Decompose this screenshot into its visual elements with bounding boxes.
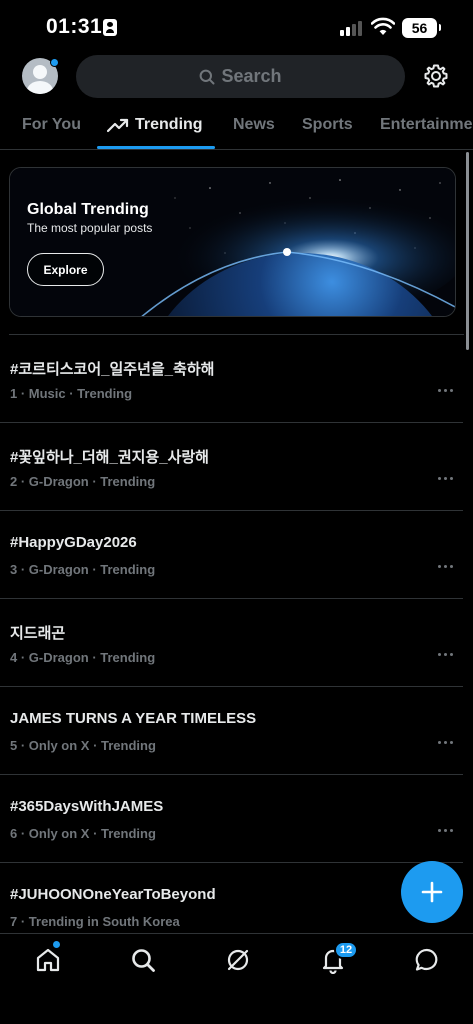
home-icon[interactable] [34, 946, 62, 974]
status-bar: 01:31 56 [0, 0, 473, 56]
trend-meta: 2 · G-Dragon · Trending [10, 474, 156, 489]
trend-title: #365DaysWithJAMES [10, 798, 164, 815]
trend-meta: 5 · Only on X · Trending [10, 738, 156, 753]
trend-meta: 7 · Trending in South Korea [10, 914, 180, 929]
banner-title: Global Trending [27, 201, 149, 218]
search-input[interactable]: Search [76, 55, 405, 98]
trend-item[interactable]: #HappyGDay2026 3 · G-Dragon · Trending [0, 511, 463, 599]
trending-icon [107, 118, 129, 133]
explore-page: 01:31 56 Search For You Trending News Sp… [0, 0, 473, 1024]
trend-title: #꽃잎하나_더해_권지용_사랑해 [10, 449, 209, 466]
more-icon[interactable] [437, 649, 455, 659]
contact-card-icon [103, 19, 117, 36]
more-icon[interactable] [437, 385, 455, 395]
trend-item[interactable]: #꽃잎하나_더해_권지용_사랑해 2 · G-Dragon · Trending [0, 423, 463, 511]
more-icon[interactable] [437, 825, 455, 835]
trend-item[interactable]: JAMES TURNS A YEAR TIMELESS 5 · Only on … [0, 687, 463, 775]
search-placeholder: Search [221, 66, 282, 86]
tab-trending[interactable]: Trending [135, 116, 203, 134]
compose-button[interactable] [401, 861, 463, 923]
messages-icon[interactable] [413, 946, 441, 974]
trend-meta: 4 · G-Dragon · Trending [10, 650, 156, 665]
more-icon[interactable] [437, 473, 455, 483]
wifi-icon [371, 17, 395, 35]
search-icon [200, 69, 215, 84]
home-unread-dot [53, 941, 60, 948]
avatar-notification-dot [50, 58, 59, 67]
active-tab-indicator [97, 146, 215, 149]
scrollbar[interactable] [466, 152, 469, 350]
cellular-signal-icon [340, 20, 366, 36]
trend-title: 지드래곤 [10, 625, 66, 642]
bottom-nav [0, 933, 473, 1024]
global-trending-banner[interactable]: Global Trending The most popular posts E… [9, 167, 456, 317]
tab-for-you[interactable]: For You [22, 116, 81, 134]
more-icon[interactable] [437, 561, 455, 571]
trend-title: #JUHOONOneYearToBeyond [10, 886, 216, 903]
search-icon[interactable] [129, 946, 157, 974]
explore-tabs: For You Trending News Sports Entertainme [0, 104, 473, 150]
trend-meta: 6 · Only on X · Trending [10, 826, 156, 841]
battery-indicator: 56 [402, 18, 441, 38]
trend-title: JAMES TURNS A YEAR TIMELESS [10, 710, 257, 727]
trend-meta: 3 · G-Dragon · Trending [10, 562, 156, 577]
explore-button[interactable]: Explore [27, 253, 104, 286]
earth-horizon-image [10, 168, 455, 316]
trend-item[interactable]: 지드래곤 4 · G-Dragon · Trending [0, 599, 463, 687]
more-icon[interactable] [437, 737, 455, 747]
notification-badge: 12 [334, 941, 358, 959]
trend-item[interactable]: #코르티스코어_일주년을_축하해 1 · Music · Trending [0, 335, 463, 423]
tab-sports[interactable]: Sports [302, 116, 353, 134]
grok-icon[interactable] [224, 946, 252, 974]
trend-meta: 1 · Music · Trending [10, 386, 133, 401]
trend-title: #HappyGDay2026 [10, 534, 137, 551]
tab-entertainment[interactable]: Entertainme [380, 116, 472, 134]
banner-subtitle: The most popular posts [27, 221, 153, 235]
status-time: 01:31 [46, 15, 103, 38]
trend-item[interactable]: #365DaysWithJAMES 6 · Only on X · Trendi… [0, 775, 463, 863]
gear-icon[interactable] [423, 63, 449, 89]
tab-news[interactable]: News [233, 116, 275, 134]
plus-icon [421, 881, 443, 903]
trend-title: #코르티스코어_일주년을_축하해 [10, 361, 215, 378]
